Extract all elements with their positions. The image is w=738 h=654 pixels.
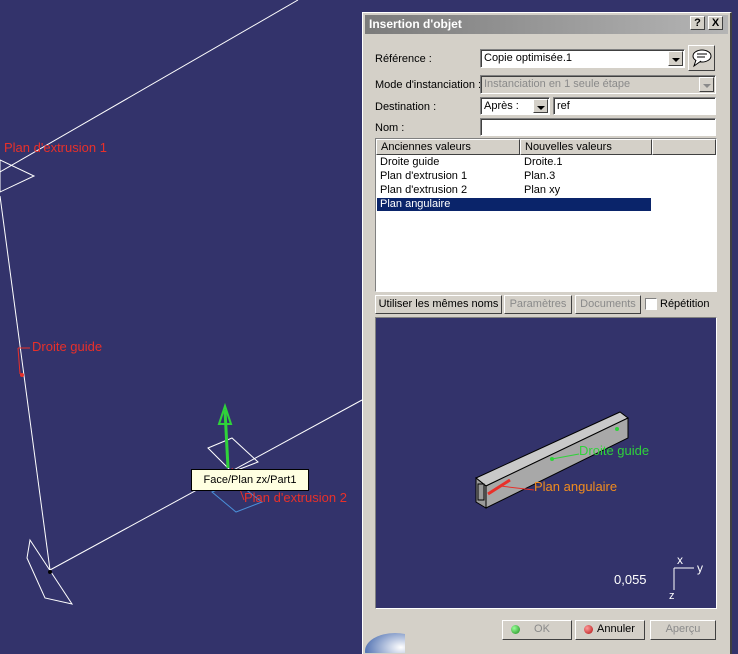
destination-mode-select[interactable]: Après : [480, 97, 550, 115]
replacement-list[interactable]: Anciennes valeurs Nouvelles valeurs Droi… [375, 138, 717, 292]
label-plan-extrusion-1[interactable]: Plan d'extrusion 1 [4, 140, 107, 155]
axis-z-label: z [669, 590, 675, 602]
destination-dropdown-icon[interactable] [533, 99, 548, 113]
dialog-title: Insertion d'objet [369, 17, 462, 31]
list-row[interactable]: Plan d'extrusion 1 Plan.3 [377, 170, 651, 183]
list-row[interactable]: Plan d'extrusion 2 Plan xy [377, 184, 651, 197]
green-dot-icon [511, 625, 520, 634]
preview-viewer[interactable]: Droite guide Plan angulaire 0,055 x y z [375, 317, 717, 609]
row-old: Plan d'extrusion 2 [380, 184, 468, 196]
row-old: Droite guide [380, 156, 440, 168]
cancel-button[interactable]: Annuler [575, 620, 645, 640]
repetition-label: Répétition [660, 298, 710, 310]
row-new: Plan.3 [524, 170, 556, 182]
speech-bubble-icon [692, 49, 711, 68]
mode-value: Instanciation en 1 seule étape [484, 78, 631, 90]
help-button[interactable]: ? [690, 16, 705, 30]
axis-x-label: x [677, 553, 683, 567]
close-button[interactable]: X [708, 16, 723, 30]
preview-geometry [475, 411, 694, 590]
insertion-dialog: Insertion d'objet ? X Référence : Copie … [362, 12, 732, 654]
same-names-button[interactable]: Utiliser les mêmes noms [375, 295, 502, 314]
tooltip: Face/Plan zx/Part1 [191, 469, 309, 491]
comment-button[interactable] [688, 45, 715, 71]
nom-label: Nom : [375, 122, 405, 134]
ok-button[interactable]: OK [502, 620, 572, 640]
dialog-titlebar[interactable]: Insertion d'objet [365, 15, 728, 34]
ok-label: OK [534, 623, 550, 635]
reference-select[interactable]: Copie optimisée.1 [480, 49, 685, 68]
column-header-filler [652, 139, 716, 155]
column-header-new[interactable]: Nouvelles valeurs [520, 139, 652, 155]
row-old: Plan d'extrusion 1 [380, 170, 468, 182]
list-row-selected[interactable]: Plan angulaire [377, 198, 651, 211]
repetition-checkbox[interactable] [645, 298, 657, 310]
scale-readout: 0,055 [614, 572, 647, 587]
mode-label: Mode d'instanciation : [375, 79, 482, 91]
destination-value: ref [557, 100, 570, 112]
red-dot-icon [584, 625, 593, 634]
label-plan-extrusion-2[interactable]: Plan d'extrusion 2 [244, 490, 347, 505]
destination-mode-value: Après : [484, 100, 519, 112]
list-row[interactable]: Droite guide Droite.1 [377, 156, 651, 169]
row-new: Plan xy [524, 184, 561, 196]
row-old: Plan angulaire [380, 198, 451, 210]
preview-button[interactable]: Aperçu [650, 620, 716, 640]
mode-select[interactable]: Instanciation en 1 seule étape [480, 75, 716, 94]
label-droite-guide[interactable]: Droite guide [32, 339, 102, 354]
axis-y-label: y [697, 561, 703, 575]
column-header-old[interactable]: Anciennes valeurs [376, 139, 520, 155]
parameters-button[interactable]: Paramètres [504, 295, 572, 314]
row-new: Droite.1 [524, 156, 563, 168]
documents-button[interactable]: Documents [575, 295, 641, 314]
reference-value: Copie optimisée.1 [484, 52, 573, 64]
reference-dropdown-icon[interactable] [668, 51, 683, 66]
nom-input[interactable] [480, 118, 716, 136]
destination-label: Destination : [375, 101, 437, 113]
reference-label: Référence : [375, 53, 432, 65]
mode-dropdown-icon[interactable] [699, 77, 714, 92]
preview-label-droite: Droite guide [579, 443, 650, 458]
compass-icon [365, 633, 405, 653]
preview-label-plan: Plan angulaire [534, 479, 618, 494]
destination-input[interactable]: ref [553, 97, 716, 115]
